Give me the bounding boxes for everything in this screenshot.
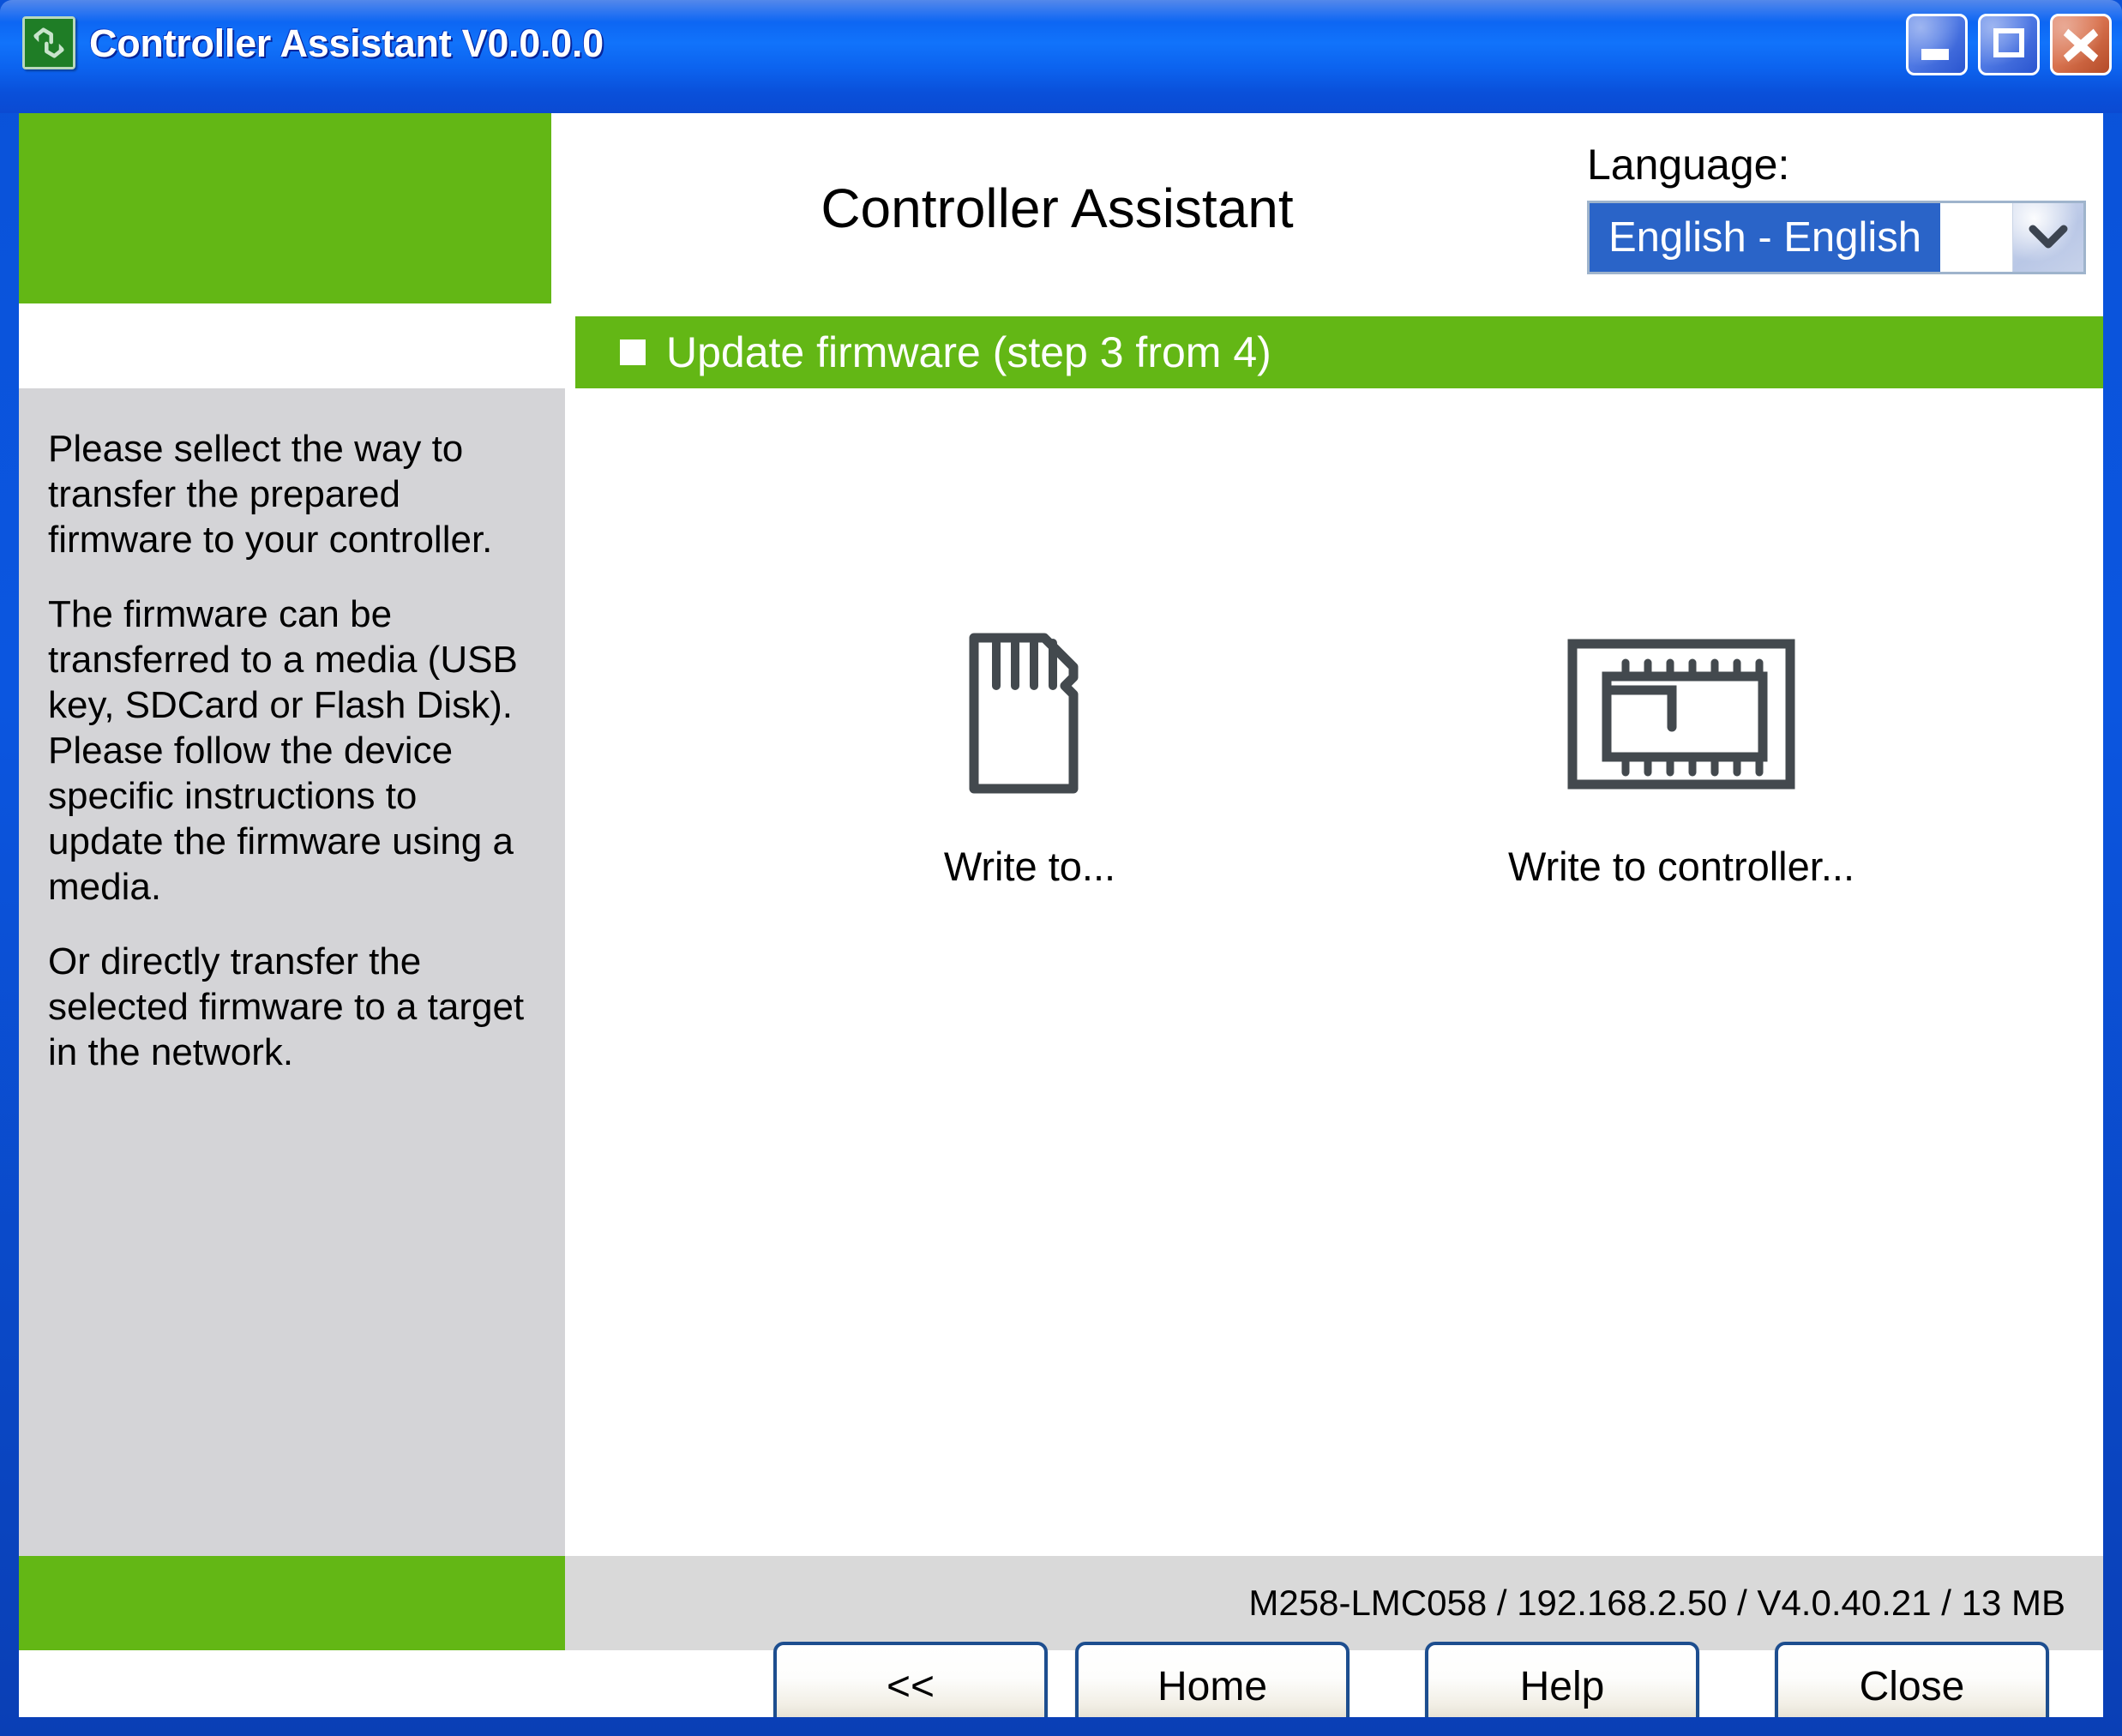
minimize-icon [1921,49,1949,60]
header-bar: Controller Assistant Language: English -… [19,113,2103,316]
language-selector-group: Language: English - English [1587,137,2086,274]
language-select-filler [1939,203,2012,272]
brand-logo-block [19,113,551,303]
main-content: Write to... Write to controller... [575,388,2103,1556]
refresh-cycle-icon [22,16,75,69]
instructions-sidebar: Please sellect the way to transfer the p… [19,388,565,1556]
language-label: Language: [1587,141,1790,189]
write-to-controller-label: Write to controller... [1508,844,1854,889]
page-title: Controller Assistant [821,177,1294,239]
application-window: Controller Assistant V0.0.0.0 Controller… [0,0,2122,1736]
square-bullet-icon [620,339,646,365]
status-bar-text: M258-LMC058 / 192.168.2.50 / V4.0.40.21 … [1248,1583,2065,1623]
maximize-icon [1993,28,2024,57]
close-icon [2063,28,2099,63]
instruction-paragraph: Or directly transfer the selected firmwa… [48,940,525,1073]
step-banner-text: Update firmware (step 3 from 4) [666,328,1271,376]
footer-brand-block [19,1556,565,1650]
navigation-button-bar: << Home Help Close [19,1642,2103,1717]
controller-chip-icon [1484,628,1879,800]
chevron-down-icon [2029,225,2068,249]
step-banner: Update firmware (step 3 from 4) [575,316,2103,388]
write-to-media-label: Write to... [943,844,1116,889]
minimize-button[interactable] [1906,14,1968,75]
close-button[interactable]: Close [1775,1642,2049,1717]
write-to-controller-option[interactable]: Write to controller... [1484,628,1879,890]
title-bar[interactable]: Controller Assistant V0.0.0.0 [0,0,2122,113]
window-title: Controller Assistant V0.0.0.0 [89,21,604,65]
maximize-button[interactable] [1978,14,2040,75]
home-button[interactable]: Home [1075,1642,1350,1717]
instruction-paragraph: The firmware can be transferred to a med… [48,593,518,908]
back-button[interactable]: << [773,1642,1048,1717]
help-button[interactable]: Help [1425,1642,1699,1717]
close-window-button[interactable] [2050,14,2112,75]
language-selected-value: English - English [1590,203,1940,272]
language-select[interactable]: English - English [1587,201,2086,274]
sd-card-icon [875,628,1184,800]
client-area: Controller Assistant Language: English -… [19,113,2103,1717]
instruction-paragraph: Please sellect the way to transfer the p… [48,428,493,561]
status-bar: M258-LMC058 / 192.168.2.50 / V4.0.40.21 … [565,1556,2103,1650]
banner-left-spacer [19,316,575,388]
language-dropdown-button[interactable] [2012,203,2083,272]
write-to-media-option[interactable]: Write to... [875,628,1184,890]
